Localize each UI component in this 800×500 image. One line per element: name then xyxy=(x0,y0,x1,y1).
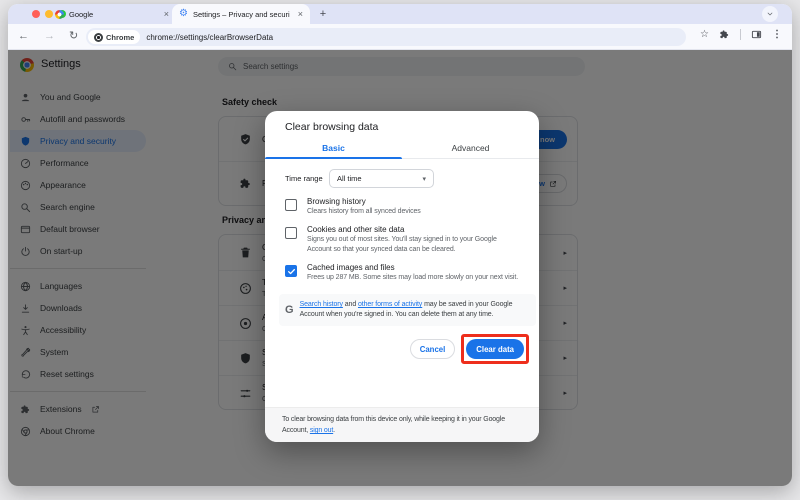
cached-images-checkbox[interactable] xyxy=(285,265,297,277)
tab-search-button[interactable] xyxy=(762,6,778,22)
forward-button[interactable]: → xyxy=(44,30,55,43)
sign-out-link[interactable]: sign out xyxy=(310,427,333,434)
cancel-button[interactable]: Cancel xyxy=(410,339,456,359)
close-window-button[interactable] xyxy=(32,10,40,18)
annotation-highlight-box: Clear data xyxy=(461,334,529,364)
tab-settings[interactable]: ⚙ Settings – Privacy and securi × xyxy=(172,4,310,24)
dialog-title: Clear browsing data xyxy=(265,111,539,133)
chevron-down-icon xyxy=(766,10,774,18)
checkbox-row-browsing-history[interactable]: Browsing history Clears history from all… xyxy=(285,197,527,217)
bookmark-star-icon[interactable]: ☆ xyxy=(700,29,709,40)
search-history-link[interactable]: Search history xyxy=(300,301,343,308)
google-account-notice: G Search history and other forms of acti… xyxy=(279,294,536,326)
menu-kebab-icon[interactable]: ⋮ xyxy=(772,29,782,40)
google-g-icon: G xyxy=(285,304,294,316)
tab-strip: Google × ⚙ Settings – Privacy and securi… xyxy=(8,4,792,24)
clear-data-button[interactable]: Clear data xyxy=(466,339,524,359)
time-range-select[interactable]: All time ▾ xyxy=(329,169,434,188)
chrome-badge: Chrome xyxy=(88,30,140,44)
browser-toolbar: ← → ↻ Chrome chrome://settings/clearBrow… xyxy=(8,24,792,50)
desktop: { "browser": { "tabs": [ {"title": "Goog… xyxy=(0,0,800,500)
reload-button[interactable]: ↻ xyxy=(69,30,78,43)
tab-close-icon[interactable]: × xyxy=(164,10,169,19)
cookies-checkbox[interactable] xyxy=(285,227,297,239)
toolbar-divider xyxy=(740,29,741,40)
chrome-logo-icon xyxy=(94,33,103,42)
tab-google[interactable]: Google × xyxy=(48,4,176,24)
tab-title: Settings – Privacy and securi xyxy=(193,10,293,19)
browsing-history-checkbox[interactable] xyxy=(285,199,297,211)
other-activity-link[interactable]: other forms of activity xyxy=(358,301,422,308)
time-range-label: Time range xyxy=(285,174,329,183)
settings-page: Settings Search settings You and Google … xyxy=(8,50,792,486)
clear-browsing-data-dialog: Clear browsing data Basic Advanced Time … xyxy=(265,111,539,442)
dialog-footer: To clear browsing data from this device … xyxy=(265,407,539,442)
tab-basic[interactable]: Basic xyxy=(265,137,402,158)
new-tab-button[interactable]: + xyxy=(316,7,330,21)
tab-close-icon[interactable]: × xyxy=(298,10,303,19)
tab-advanced[interactable]: Advanced xyxy=(402,137,539,158)
check-icon xyxy=(287,267,296,276)
address-bar[interactable]: Chrome chrome://settings/clearBrowserDat… xyxy=(86,28,686,46)
url-text: chrome://settings/clearBrowserData xyxy=(146,33,273,42)
google-favicon-icon xyxy=(55,10,64,19)
extensions-icon[interactable] xyxy=(719,29,730,40)
back-button[interactable]: ← xyxy=(18,30,29,43)
settings-favicon-icon: ⚙ xyxy=(179,9,188,19)
tab-title: Google xyxy=(69,10,159,19)
dialog-tabs: Basic Advanced xyxy=(265,137,539,159)
checkbox-row-cookies[interactable]: Cookies and other site data Signs you ou… xyxy=(285,225,527,255)
dropdown-caret-icon: ▾ xyxy=(422,175,426,183)
checkbox-row-cached-images[interactable]: Cached images and files Frees up 287 MB.… xyxy=(285,263,527,283)
side-panel-icon[interactable] xyxy=(751,29,762,40)
browser-window: Google × ⚙ Settings – Privacy and securi… xyxy=(8,4,792,486)
